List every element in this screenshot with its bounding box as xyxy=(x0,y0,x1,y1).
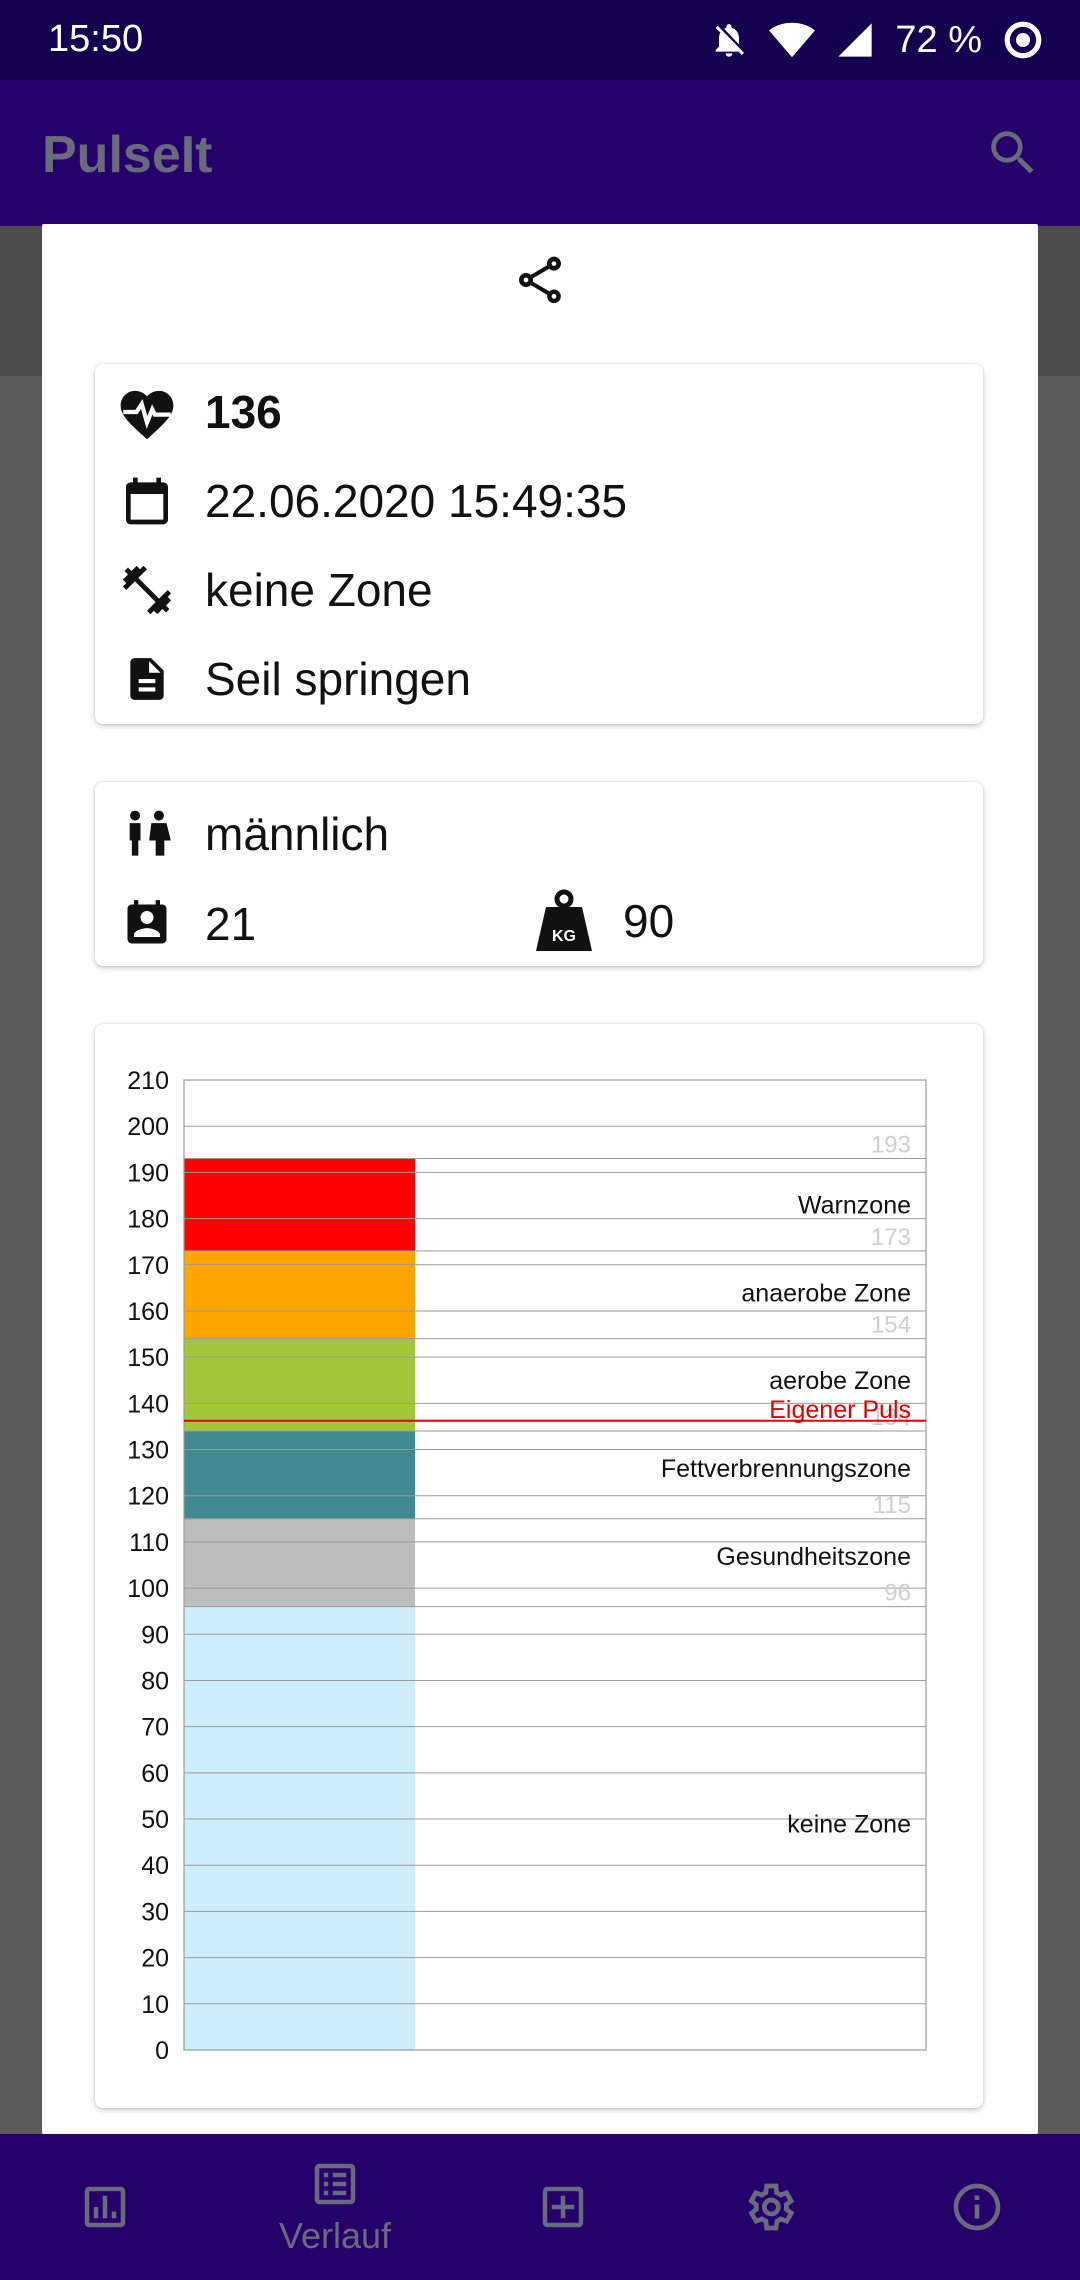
weight-icon: KG xyxy=(536,889,592,951)
zone-bar-segment xyxy=(184,1338,415,1432)
y-tick-label: 140 xyxy=(127,1390,169,1418)
y-tick-label: 130 xyxy=(127,1437,169,1465)
nav-add[interactable] xyxy=(518,2134,608,2280)
y-tick-label: 90 xyxy=(141,1621,169,1649)
zone-chart: 0 10 20 30 40 50 60 70 80 90 100 110 120 130 140 150 160… xyxy=(127,1067,927,2065)
weight-value: 90 xyxy=(623,895,675,947)
pulse-row: 136 xyxy=(115,380,282,444)
y-tick-label: 80 xyxy=(141,1667,169,1695)
mute-icon xyxy=(716,24,745,57)
weight-row: KG 90 xyxy=(531,886,674,956)
y-tick-label: 60 xyxy=(141,1760,169,1788)
info-icon xyxy=(953,2183,1001,2231)
zone-limit-label: 115 xyxy=(873,1492,911,1519)
person-card: männlich 21 KG 90 xyxy=(95,782,983,966)
datetime-row: 22.06.2020 15:49:35 xyxy=(115,469,627,533)
measurement-datetime: 22.06.2020 15:49:35 xyxy=(205,475,628,527)
zone-bar-segment xyxy=(184,1250,415,1339)
y-tick-label: 150 xyxy=(127,1344,169,1372)
zone-bar-segment xyxy=(184,1518,415,1607)
age-row: 21 xyxy=(115,892,256,956)
gender-row: männlich xyxy=(115,802,389,866)
zone-row: keine Zone xyxy=(115,558,433,622)
battery-percent: 72 % xyxy=(895,18,982,61)
zone-label: Warnzone xyxy=(798,1192,911,1220)
y-tick-label: 40 xyxy=(141,1852,169,1880)
nav-history[interactable]: Verlauf xyxy=(265,2134,405,2280)
search-icon[interactable] xyxy=(984,124,1042,182)
measurement-card: 136 22.06.2020 15:49:35 keine Zone Seil … xyxy=(95,364,983,724)
zone-label: aerobe Zone xyxy=(769,1367,911,1395)
y-tick-label: 10 xyxy=(141,1991,169,2019)
zone-limit-label: 96 xyxy=(884,1580,911,1607)
signal-icon xyxy=(838,23,873,57)
nav-statistics[interactable] xyxy=(60,2134,150,2280)
status-icons: 72 % xyxy=(709,14,1044,66)
zone-limit-label: 173 xyxy=(871,1224,911,1251)
zone-label: keine Zone xyxy=(787,1811,911,1839)
zone-label: Gesundheitszone xyxy=(716,1543,911,1571)
y-tick-label: 110 xyxy=(129,1529,169,1557)
y-tick-label: 160 xyxy=(127,1298,169,1326)
zone-limit-label: 154 xyxy=(871,1312,911,1339)
wifi-icon xyxy=(769,22,816,58)
app-title: PulseIt xyxy=(42,126,213,184)
chart-icon xyxy=(84,2186,126,2228)
measurement-dialog: 136 22.06.2020 15:49:35 keine Zone Seil … xyxy=(42,224,1038,2134)
zone-label: Fettverbrennungszone xyxy=(661,1455,911,1483)
y-tick-label: 120 xyxy=(127,1483,169,1511)
zone-chart-card: 0 10 20 30 40 50 60 70 80 90 100 110 120 130 140 150 160… xyxy=(95,1024,983,2108)
zone-label: anaerobe Zone xyxy=(741,1279,911,1307)
zone-bar-segment xyxy=(184,1431,415,1519)
y-tick-label: 20 xyxy=(141,1945,169,1973)
y-tick-label: 50 xyxy=(141,1806,169,1834)
share-icon[interactable] xyxy=(512,252,568,308)
status-bar: 15:50 72 % xyxy=(0,0,1080,80)
dumbbell-icon xyxy=(122,565,172,615)
status-time: 15:50 xyxy=(48,18,144,60)
battery-saver-icon xyxy=(1004,21,1042,59)
app-bar: PulseIt xyxy=(0,80,1080,226)
bottom-nav: Verlauf xyxy=(0,2134,1080,2280)
y-tick-label: 70 xyxy=(141,1714,169,1742)
list-icon xyxy=(314,2163,356,2205)
gender-value: männlich xyxy=(205,808,390,860)
nav-settings[interactable] xyxy=(724,2134,814,2280)
y-tick-label: 180 xyxy=(127,1206,169,1234)
pulse-value: 136 xyxy=(205,386,282,438)
zone-limit-label: 193 xyxy=(871,1132,911,1159)
calendar-icon xyxy=(126,477,168,525)
zone-bar-segment xyxy=(184,1606,415,2050)
y-tick-label: 190 xyxy=(127,1159,169,1187)
activity-value: Seil springen xyxy=(205,653,471,705)
age-value: 21 xyxy=(205,898,257,950)
age-icon xyxy=(127,900,167,944)
activity-row: Seil springen xyxy=(115,647,471,711)
y-tick-label: 30 xyxy=(141,1898,169,1926)
y-tick-label: 200 xyxy=(127,1113,169,1141)
y-tick-label: 0 xyxy=(155,2037,169,2065)
nav-info[interactable] xyxy=(932,2134,1022,2280)
gender-icon xyxy=(129,810,171,856)
add-icon xyxy=(542,2186,584,2228)
document-icon xyxy=(130,658,164,700)
nav-history-label: Verlauf xyxy=(278,2215,392,2256)
weight-icon-label: KG xyxy=(552,928,576,945)
zone-value: keine Zone xyxy=(205,564,433,616)
y-tick-label: 170 xyxy=(127,1252,169,1280)
own-pulse-label: Eigener Puls xyxy=(769,1396,911,1424)
heart-pulse-icon xyxy=(120,390,174,440)
y-tick-label: 100 xyxy=(127,1575,169,1603)
y-tick-label: 210 xyxy=(127,1067,169,1095)
settings-icon xyxy=(748,2183,795,2231)
